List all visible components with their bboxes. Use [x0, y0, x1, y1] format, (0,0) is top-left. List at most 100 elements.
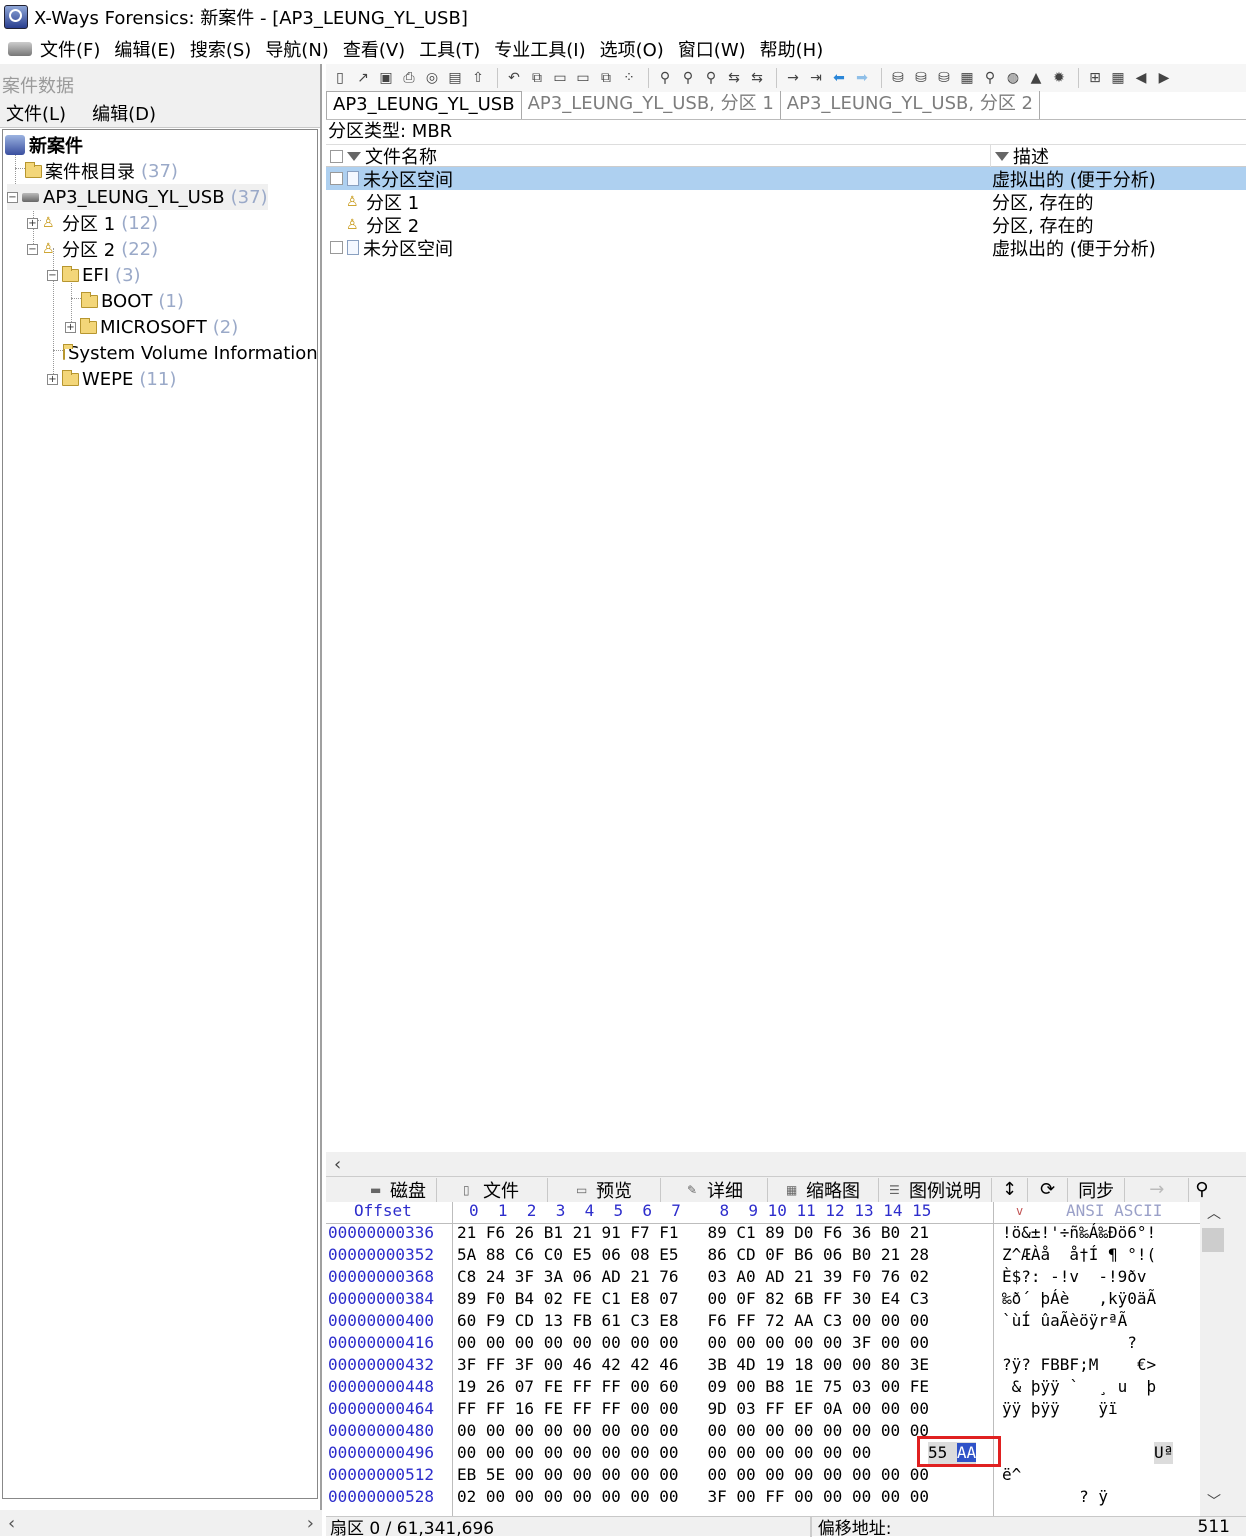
- tab-gallery[interactable]: ▦ 缩略图: [768, 1177, 879, 1202]
- undo-icon[interactable]: ↶: [506, 70, 522, 86]
- export-icon[interactable]: ⇧: [470, 70, 486, 86]
- disk-clone-icon[interactable]: ⛁: [936, 70, 952, 86]
- ram-icon[interactable]: ▦: [959, 70, 975, 86]
- collapse-icon[interactable]: −: [7, 191, 18, 203]
- scroll-left-icon[interactable]: ‹: [334, 1154, 341, 1175]
- gallery-icon[interactable]: ◍: [1005, 70, 1021, 86]
- hex-bytes[interactable]: 02 00 00 00 00 00 00 00 3F 00 FF 00 00 0…: [457, 1486, 929, 1508]
- tree-node-efi[interactable]: − EFI (3): [47, 262, 141, 288]
- hex-vertical-scrollbar[interactable]: ︿ ﹀: [1200, 1202, 1246, 1516]
- prev-icon[interactable]: ◀: [1133, 70, 1149, 86]
- hex-editor[interactable]: Offset 0 1 2 3 4 5 6 7 8 9 10 11 12 13 1…: [326, 1200, 1200, 1516]
- back-icon[interactable]: ⬅: [831, 70, 847, 86]
- expand-icon[interactable]: +: [47, 373, 58, 385]
- hex-bytes[interactable]: EB 5E 00 00 00 00 00 00 00 00 00 00 00 0…: [457, 1464, 929, 1486]
- replace-hex-icon[interactable]: ⇆: [749, 70, 765, 86]
- hex-ascii[interactable]: ?: [1002, 1332, 1137, 1354]
- tree-node-boot[interactable]: BOOT (1): [81, 288, 184, 314]
- tree-node-wepe[interactable]: + WEPE (11): [47, 366, 176, 392]
- tree-node-microsoft[interactable]: + MICROSOFT (2): [65, 314, 238, 340]
- tree-node-partition-1[interactable]: + ♙ 分区 1 (12): [27, 210, 158, 236]
- menu-view[interactable]: 查看(V): [343, 36, 405, 62]
- tab-disk-view[interactable]: ▬ 磁盘: [326, 1177, 437, 1202]
- hex-bytes[interactable]: 21 F6 26 B1 21 91 F7 F1 89 C1 89 D0 F6 3…: [457, 1222, 929, 1244]
- hex-bytes[interactable]: 00 00 00 00 00 00 00 00 00 00 00 00 00 3…: [457, 1332, 929, 1354]
- signature-ascii[interactable]: Uª: [1154, 1442, 1174, 1464]
- scroll-right-icon[interactable]: ›: [307, 1513, 314, 1534]
- paste-icon[interactable]: ▭: [575, 70, 591, 86]
- row-checkbox[interactable]: [330, 241, 343, 254]
- collapse-icon[interactable]: −: [27, 243, 38, 255]
- find-text-icon[interactable]: ⚲: [680, 70, 696, 86]
- tab-sync[interactable]: 同步: [1068, 1177, 1126, 1202]
- tree-node-disk[interactable]: − AP3_LEUNG_YL_USB (37): [7, 184, 268, 210]
- tab-file-view[interactable]: ▯ 文件: [437, 1177, 548, 1202]
- hex-ascii[interactable]: È$?: -!v -!9ðv: [1002, 1266, 1147, 1288]
- goto-offset-icon[interactable]: →: [785, 70, 801, 86]
- goto-sector-icon[interactable]: ⇥: [808, 70, 824, 86]
- row-checkbox[interactable]: [330, 172, 343, 185]
- list-item[interactable]: ♙ 分区 1 分区, 存在的: [326, 190, 1246, 214]
- expand-icon[interactable]: +: [65, 321, 76, 333]
- collapse-icon[interactable]: −: [47, 269, 58, 281]
- column-filename[interactable]: 文件名称: [326, 145, 990, 168]
- tab-partition-1[interactable]: AP3_LEUNG_YL_USB, 分区 1: [522, 91, 781, 119]
- menu-tools[interactable]: 工具(T): [419, 36, 480, 62]
- menu-file[interactable]: 文件(F): [40, 36, 100, 62]
- hex-bytes[interactable]: 3F FF 3F 00 46 42 42 46 3B 4D 19 18 00 0…: [457, 1354, 929, 1376]
- paste-special-icon[interactable]: ⧉: [598, 70, 614, 86]
- hex-bytes[interactable]: FF FF 16 FE FF FF 00 00 9D 03 FF EF 0A 0…: [457, 1398, 929, 1420]
- menu-navigate[interactable]: 导航(N): [265, 36, 329, 62]
- tab-details[interactable]: ✎ 详细: [661, 1177, 768, 1202]
- hex-ascii[interactable]: ‰ð´ þÁè ,kÿ0äÃ: [1002, 1288, 1156, 1310]
- print-icon[interactable]: ⎙: [401, 70, 417, 86]
- hex-bytes[interactable]: 19 26 07 FE FF FF 00 60 09 00 B8 1E 75 0…: [457, 1376, 929, 1398]
- menu-search[interactable]: 搜索(S): [190, 36, 251, 62]
- scroll-down-icon[interactable]: ﹀: [1204, 1492, 1224, 1512]
- hex-ascii[interactable]: `ùÍ ûaÃèöÿrªÃ: [1002, 1310, 1127, 1332]
- menu-options[interactable]: 选项(O): [600, 36, 664, 62]
- properties-icon[interactable]: ▤: [447, 70, 463, 86]
- column-description[interactable]: 描述: [990, 145, 1246, 168]
- hex-bytes[interactable]: 60 F9 CD 13 FB 61 C3 E8 F6 FF 72 AA C3 0…: [457, 1310, 929, 1332]
- save-icon[interactable]: ▣: [378, 70, 394, 86]
- binoculars-button[interactable]: ⚲: [1189, 1178, 1214, 1202]
- calendar-icon[interactable]: ▲: [1028, 70, 1044, 86]
- disk-tool-icon[interactable]: ◎: [424, 70, 440, 86]
- tab-partition-2[interactable]: AP3_LEUNG_YL_USB, 分区 2: [781, 91, 1040, 119]
- hex-bytes[interactable]: 00 00 00 00 00 00 00 00 00 00 00 00 00 0…: [457, 1442, 871, 1464]
- hex-ascii[interactable]: !ö&±!'÷ñ‰Á‰Ðö6°!: [1002, 1222, 1156, 1244]
- find-icon[interactable]: ⚲: [657, 70, 673, 86]
- dropdown-icon[interactable]: v: [1016, 1200, 1023, 1222]
- hex-ascii[interactable]: ë^: [1002, 1464, 1021, 1486]
- new-file-icon[interactable]: ▯: [332, 70, 348, 86]
- scroll-thumb[interactable]: [1202, 1228, 1224, 1252]
- hex-bytes[interactable]: 5A 88 C6 C0 E5 06 08 E5 86 CD 0F B6 06 B…: [457, 1244, 929, 1266]
- replace-icon[interactable]: ⇆: [726, 70, 742, 86]
- sort-toggle[interactable]: ↕: [992, 1177, 1029, 1202]
- find-hex-icon[interactable]: ⚲: [703, 70, 719, 86]
- hex-ascii[interactable]: ?ÿ? FBBF;M €>: [1002, 1354, 1156, 1376]
- select-all-checkbox[interactable]: [330, 149, 343, 163]
- cut-icon[interactable]: ▭: [552, 70, 568, 86]
- list-item[interactable]: 未分区空间 虚拟出的 (便于分析): [326, 236, 1246, 260]
- grid-view-icon[interactable]: ▦: [1110, 70, 1126, 86]
- list-horizontal-scrollbar[interactable]: ‹: [326, 1152, 1246, 1176]
- list-item[interactable]: ♙ 分区 2 分区, 存在的: [326, 213, 1246, 237]
- sync-option[interactable]: →: [1125, 1177, 1190, 1202]
- disk-icon[interactable]: [8, 42, 32, 56]
- scroll-left-icon[interactable]: ‹: [8, 1513, 15, 1534]
- disk-image-icon[interactable]: ⛁: [913, 70, 929, 86]
- next-icon[interactable]: ▶: [1156, 70, 1172, 86]
- filter-icon[interactable]: [347, 151, 361, 161]
- scroll-up-icon[interactable]: ︿: [1204, 1204, 1224, 1224]
- list-item[interactable]: 未分区空间 虚拟出的 (便于分析): [326, 167, 1246, 191]
- menu-window[interactable]: 窗口(W): [678, 36, 746, 62]
- open-icon[interactable]: ↗: [355, 70, 371, 86]
- binary-icon[interactable]: ⁘: [621, 70, 637, 86]
- filter-icon[interactable]: [995, 151, 1009, 161]
- hex-ascii[interactable]: Z^ÆÀå å†Í ¶ °!(: [1002, 1244, 1156, 1266]
- tree-node-system-volume-information[interactable]: System Volume Information: [63, 340, 317, 366]
- forward-icon[interactable]: ➡: [854, 70, 870, 86]
- case-menu-file[interactable]: 文件(L): [6, 100, 66, 126]
